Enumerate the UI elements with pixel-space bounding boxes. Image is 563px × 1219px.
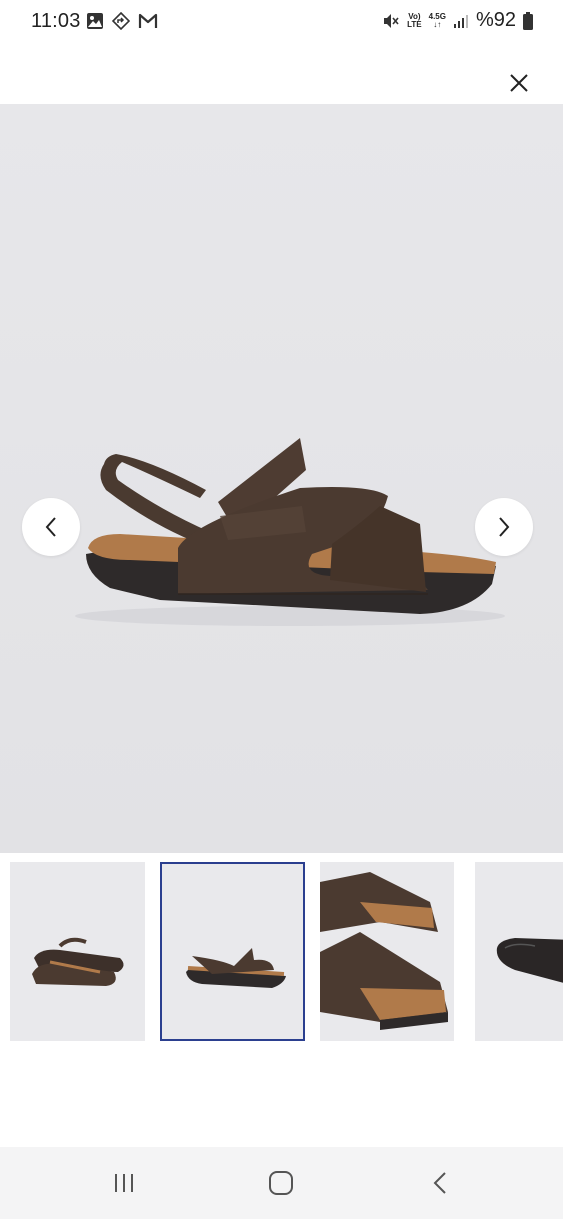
thumbnail-sandal-side-view[interactable]	[160, 862, 305, 1041]
navigation-icon	[112, 12, 130, 30]
status-system-icons: Vo) LTE 4.5G ↓↑ %92	[382, 9, 533, 32]
recents-button[interactable]	[100, 1163, 148, 1203]
home-icon	[269, 1171, 293, 1195]
back-button[interactable]	[416, 1163, 464, 1203]
thumbnail-sandals-pair-angle[interactable]	[10, 862, 145, 1041]
data-activity-icon: ↓↑	[433, 19, 442, 29]
mute-icon	[384, 13, 399, 28]
previous-image-button[interactable]	[22, 498, 80, 556]
battery-icon	[523, 11, 533, 30]
close-button[interactable]	[503, 67, 535, 99]
thumbnail-image	[10, 862, 145, 1041]
volte-indicator: Vo) LTE	[407, 12, 422, 29]
thumbnail-strip[interactable]	[0, 860, 563, 1044]
status-time: 11:03	[31, 10, 81, 32]
home-button[interactable]	[257, 1163, 305, 1203]
system-navigation-bar	[0, 1147, 563, 1219]
thumbnail-image	[320, 862, 454, 1041]
status-notification-icons	[86, 12, 158, 30]
battery-percent: %92	[475, 9, 516, 31]
thumbnail-image	[162, 864, 303, 1039]
main-product-image[interactable]	[0, 104, 563, 853]
recents-icon	[115, 1174, 133, 1192]
thumbnail-sandals-closeup[interactable]	[320, 862, 454, 1041]
gallery-icon	[87, 13, 103, 29]
thumbnail-sandal-sole[interactable]	[475, 862, 563, 1041]
chevron-left-icon	[45, 517, 56, 537]
signal-icon	[453, 14, 468, 28]
thumbnail-image	[475, 862, 563, 1041]
sandal-image	[0, 104, 563, 853]
gmail-icon	[138, 13, 158, 28]
status-bar: 11:03 Vo) LTE 4.5G ↓↑ %92	[0, 0, 563, 44]
lte-label: LTE	[407, 19, 422, 29]
chevron-right-icon	[499, 517, 510, 537]
next-image-button[interactable]	[475, 498, 533, 556]
back-icon	[433, 1172, 446, 1194]
network-type: 4.5G ↓↑	[429, 12, 446, 29]
close-icon	[510, 74, 528, 92]
